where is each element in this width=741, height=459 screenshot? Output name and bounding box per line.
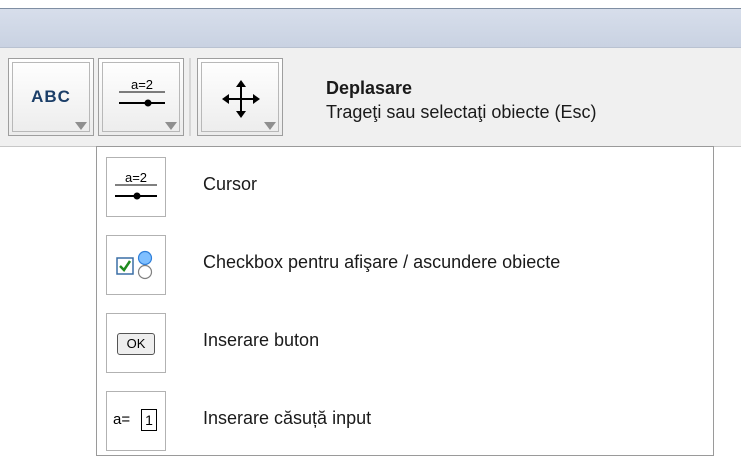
slider-icon: a=2 — [119, 77, 165, 107]
tool-dropdown-menu: a=2 Cursor Checkbox pentru afişare / asc… — [96, 146, 714, 456]
tool-help-title: Deplasare — [326, 78, 413, 98]
text-tool-label: ABC — [31, 87, 71, 106]
slider-icon: a=2 — [106, 157, 166, 217]
input-box-icon: a= 1 — [106, 391, 166, 451]
slider-tool-button[interactable]: a=2 — [98, 58, 184, 136]
title-bar — [0, 9, 741, 48]
tool-help-description: Trageţi sau selectaţi obiecte (Esc) — [326, 102, 597, 122]
checkbox-icon — [106, 235, 166, 295]
ok-button-glyph: OK — [117, 333, 155, 355]
menu-item-label: Cursor — [203, 174, 258, 194]
window-top-edge — [0, 0, 741, 9]
text-tool-button[interactable]: ABC — [8, 58, 94, 136]
slider-icon-label: a=2 — [131, 77, 153, 92]
dropdown-triangle-icon[interactable] — [75, 122, 87, 130]
dropdown-triangle-icon[interactable] — [165, 122, 177, 130]
dropdown-triangle-icon[interactable] — [264, 122, 276, 130]
menu-item-checkbox[interactable]: Checkbox pentru afişare / ascundere obie… — [97, 225, 713, 303]
menu-item-label: Checkbox pentru afişare / ascundere obie… — [203, 252, 561, 272]
menu-item-label: Inserare căsuță input — [203, 408, 372, 428]
input-icon-value: 1 — [141, 409, 157, 431]
move-tool-button[interactable] — [197, 58, 283, 136]
toolbar: ABC a=2 Deplasare Trageţi sau selectaţi … — [0, 48, 741, 147]
slider-icon-label: a=2 — [125, 170, 147, 185]
menu-item-cursor[interactable]: a=2 Cursor — [97, 147, 713, 225]
menu-item-label: Inserare buton — [203, 330, 320, 350]
toolbar-separator — [189, 58, 191, 136]
menu-item-insert-button[interactable]: OK Inserare buton — [97, 303, 713, 381]
button-icon: OK — [106, 313, 166, 373]
menu-item-input-box[interactable]: a= 1 Inserare căsuță input — [97, 381, 713, 459]
input-icon-prefix: a= — [113, 411, 131, 428]
move-arrows-icon — [222, 80, 260, 118]
